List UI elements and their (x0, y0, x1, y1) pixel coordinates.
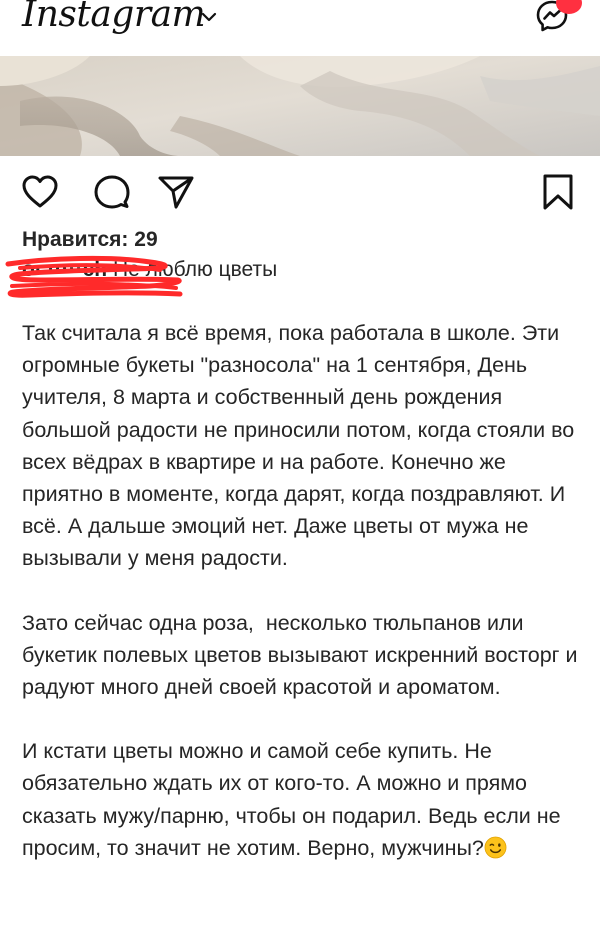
caption-paragraph: И кстати цветы можно и самой себе купить… (22, 735, 592, 864)
caption-paragraph: Так считала я всё время, пока работала в… (22, 321, 581, 571)
winking-face-emoji (484, 836, 507, 859)
caption-paragraph: Зато сейчас одна роза, несколько тюльпан… (22, 610, 584, 700)
top-bar: Instagram (0, 0, 600, 56)
heart-icon[interactable] (20, 172, 60, 212)
comment-icon[interactable] (92, 172, 132, 212)
chevron-down-icon[interactable] (198, 6, 220, 28)
app-logo[interactable]: Instagram (22, 0, 206, 35)
redaction-scribble (5, 255, 183, 298)
bookmark-icon[interactable] (538, 172, 578, 212)
likes-count[interactable]: Нравится: 29 (22, 228, 158, 252)
post-photo[interactable] (0, 56, 600, 156)
post-actions (0, 172, 600, 212)
post-photo-image (0, 56, 600, 156)
send-icon[interactable] (156, 172, 196, 212)
caption-body: Так считала я всё время, пока работала в… (22, 317, 592, 864)
